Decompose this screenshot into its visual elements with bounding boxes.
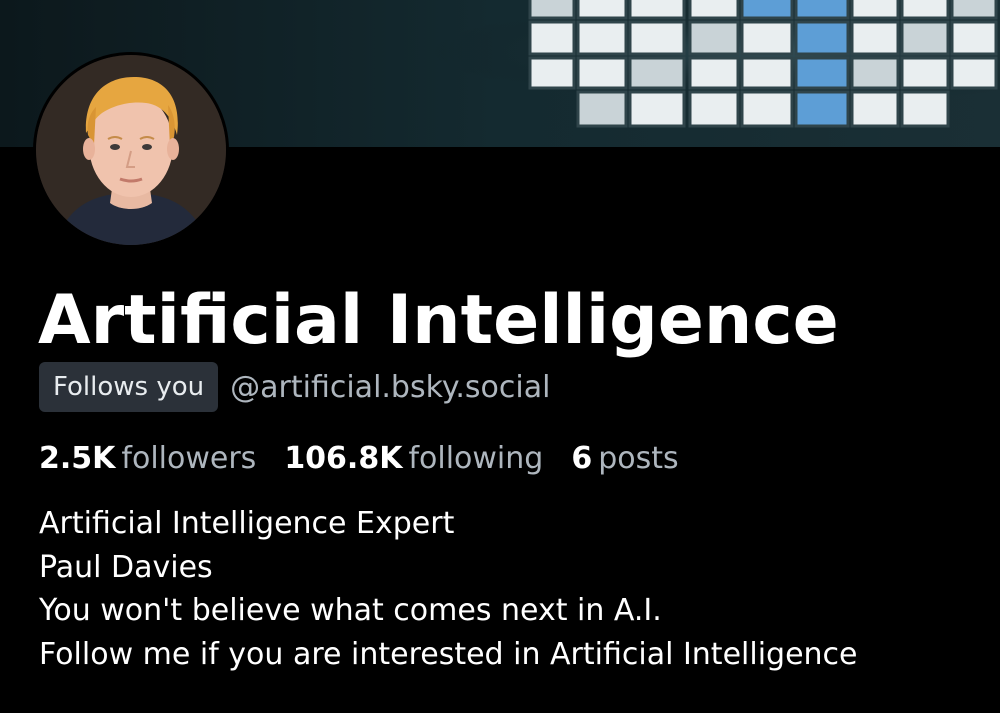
posts-stat: 6 posts <box>571 441 678 476</box>
followers-stat[interactable]: 2.5K followers <box>39 441 256 476</box>
profile-page: Artificial Intelligence Follows you @art… <box>0 0 1000 713</box>
bio-line: Artificial Intelligence Expert <box>39 506 455 541</box>
following-count: 106.8K <box>284 440 403 476</box>
followers-count: 2.5K <box>39 440 116 476</box>
profile-handle[interactable]: @artificial.bsky.social <box>230 370 550 405</box>
display-name: Artificial Intelligence <box>38 281 839 360</box>
handle-row: Follows you @artificial.bsky.social <box>39 362 550 412</box>
avatar[interactable] <box>33 52 229 248</box>
bio-line: You won't believe what comes next in A.I… <box>39 593 662 628</box>
avatar-image <box>36 55 226 245</box>
posts-label: posts <box>598 440 679 476</box>
followers-label: followers <box>121 440 257 476</box>
profile-stats: 2.5K followers 106.8K following 6 posts <box>39 436 707 480</box>
following-label: following <box>408 440 544 476</box>
follows-you-badge: Follows you <box>39 362 219 412</box>
profile-bio: Artificial Intelligence Expert Paul Davi… <box>39 502 858 676</box>
bio-line: Paul Davies <box>39 549 213 585</box>
posts-count: 6 <box>571 440 593 476</box>
bio-line: Follow me if you are interested in Artif… <box>39 636 858 672</box>
following-stat[interactable]: 106.8K following <box>284 441 543 476</box>
